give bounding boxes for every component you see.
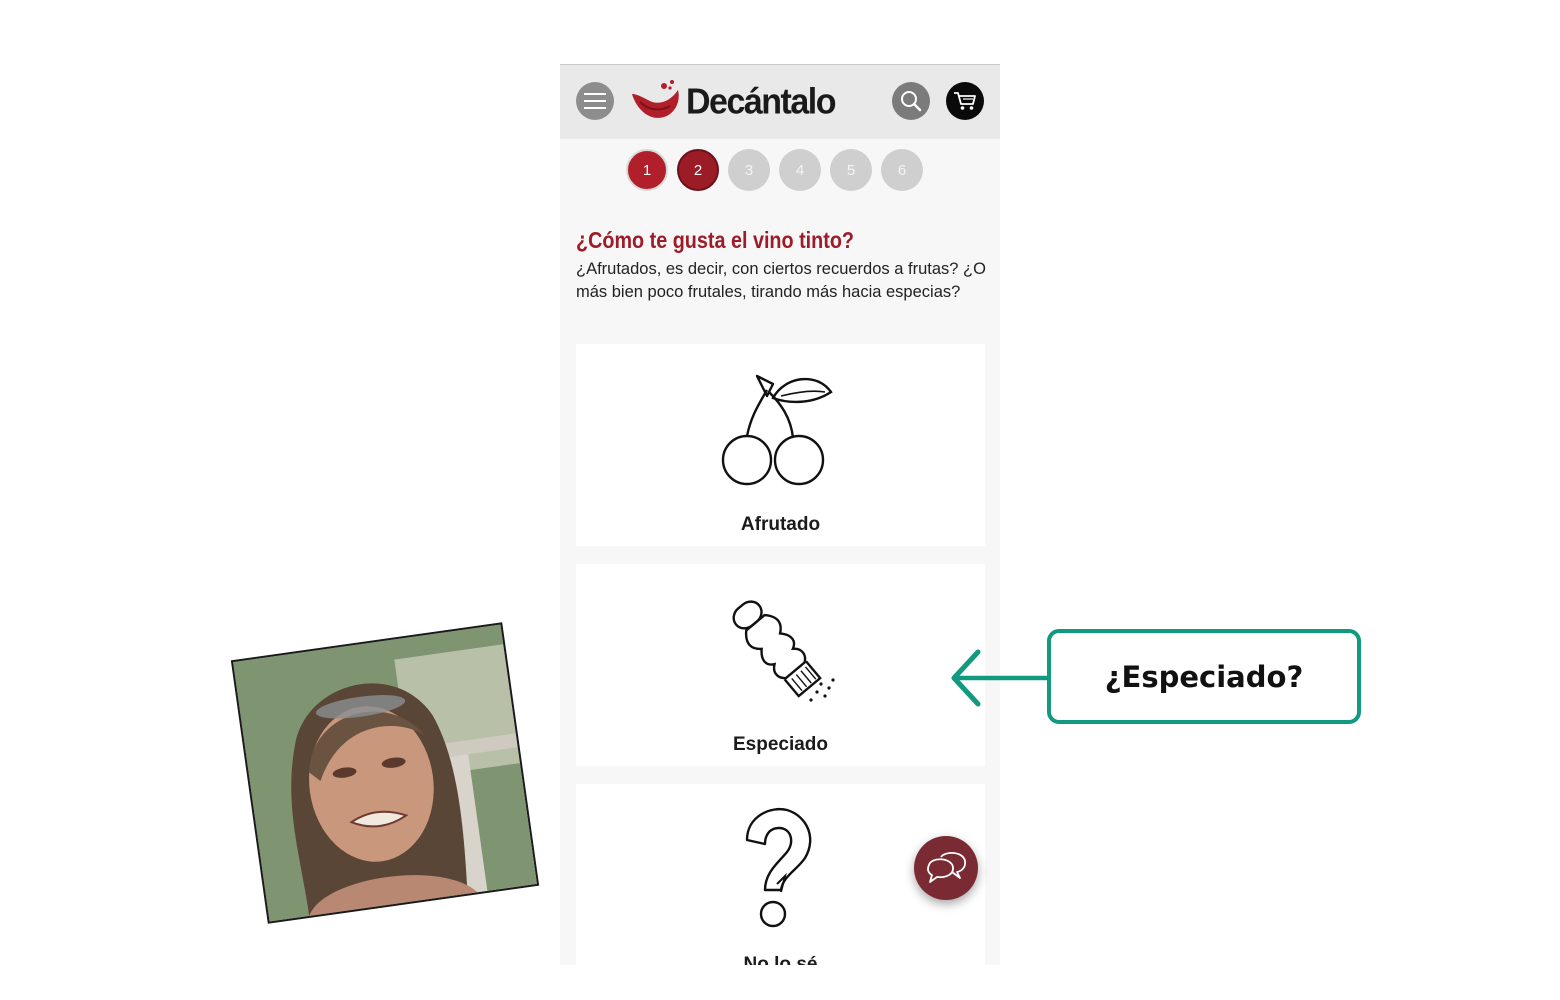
top-bar: Decántalo bbox=[560, 65, 1000, 139]
option-label-afrutado: Afrutado bbox=[740, 514, 821, 535]
brand-name: Decántalo bbox=[686, 81, 837, 122]
pepper-shaker-icon bbox=[732, 600, 835, 702]
step-5: 5 bbox=[830, 149, 872, 191]
question-description: ¿Afrutados, es decir, con ciertos recuer… bbox=[576, 260, 986, 301]
step-3: 3 bbox=[728, 149, 770, 191]
cart-icon[interactable] bbox=[946, 82, 984, 120]
question-mark-icon bbox=[745, 807, 811, 928]
progress-steps: 1 2 3 4 5 6 bbox=[626, 149, 923, 191]
step-6: 6 bbox=[881, 149, 923, 191]
chat-button[interactable] bbox=[914, 836, 978, 900]
brand-logo[interactable]: Decántalo bbox=[630, 77, 837, 127]
phone-screen: Decántalo 1 2 3 4 5 6 ¿Cómo te gusta el … bbox=[560, 64, 1000, 965]
chat-bubbles-icon bbox=[927, 852, 967, 883]
step-1[interactable]: 1 bbox=[626, 149, 668, 191]
hamburger-menu-icon[interactable] bbox=[576, 82, 614, 120]
option-card-especiado[interactable]: Especiado bbox=[576, 564, 985, 766]
question-title: ¿Cómo te gusta el vino tinto? bbox=[576, 227, 855, 253]
search-icon[interactable] bbox=[892, 82, 930, 120]
annotation-arrow-icon bbox=[951, 649, 1048, 707]
step-2[interactable]: 2 bbox=[677, 149, 719, 191]
annotation-callout: ¿Especiado? bbox=[1047, 629, 1361, 724]
option-label-especiado: Especiado bbox=[732, 734, 829, 755]
cherry-icon bbox=[721, 374, 833, 486]
option-card-afrutado[interactable]: Afrutado bbox=[576, 344, 985, 546]
wine-splash-icon bbox=[632, 80, 679, 118]
reaction-photo bbox=[230, 622, 540, 924]
option-label-no-lo-se: No lo sé bbox=[743, 954, 818, 965]
step-4: 4 bbox=[779, 149, 821, 191]
